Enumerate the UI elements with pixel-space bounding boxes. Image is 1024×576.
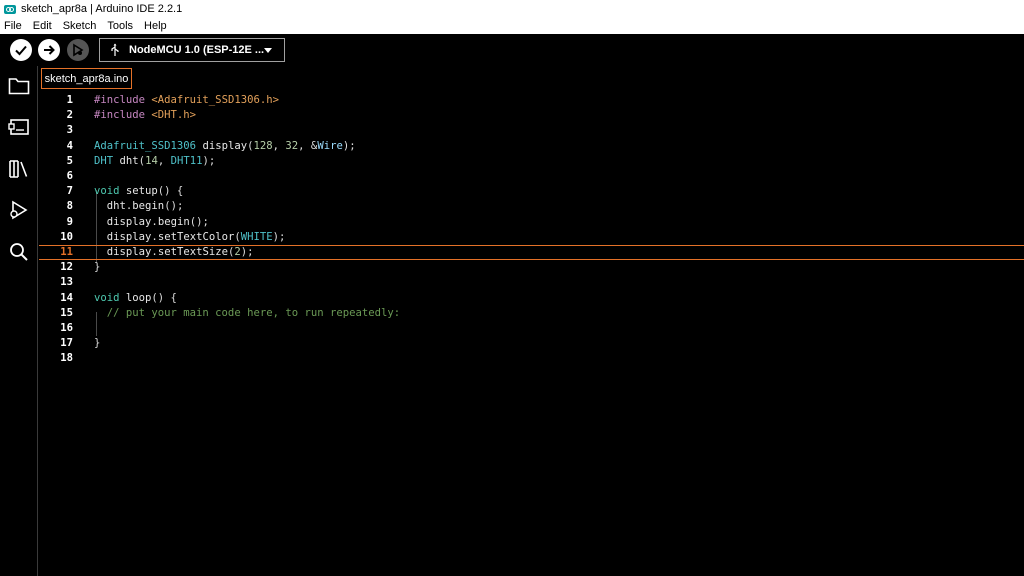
menu-help[interactable]: Help	[143, 20, 168, 32]
line-number: 13	[60, 276, 73, 289]
line-code: }	[94, 261, 101, 274]
debug-icon	[10, 200, 28, 220]
line-number: 16	[60, 322, 73, 334]
line-number: 12	[60, 261, 73, 274]
usb-icon	[111, 43, 119, 56]
chevron-down-icon	[264, 48, 272, 53]
activity-bar	[0, 66, 38, 576]
arrow-right-icon	[44, 45, 55, 55]
tab-sketch[interactable]: sketch_apr8a.ino	[41, 68, 132, 89]
code-line[interactable]: 7 void setup() {	[39, 184, 1024, 199]
code-line[interactable]: 12}	[39, 260, 1024, 275]
menu-bar: File Edit Sketch Tools Help	[0, 18, 1024, 34]
debug-panel-button[interactable]	[7, 198, 31, 222]
code-line[interactable]: 1 #include <Adafruit_SSD1306.h>	[39, 93, 1024, 108]
line-code: display.begin();	[106, 215, 209, 228]
line-code: Adafruit_SSD1306 display(128, 32, &Wire)…	[94, 139, 356, 152]
line-number: 10	[60, 230, 73, 243]
board-manager-icon	[8, 119, 29, 135]
line-code: #include <Adafruit_SSD1306.h>	[94, 94, 279, 106]
window-title: sketch_apr8a | Arduino IDE 2.2.1	[21, 3, 183, 15]
code-line[interactable]: 10 display.setTextColor(WHITE);	[39, 230, 1024, 245]
line-code: void loop() {	[94, 291, 177, 304]
upload-button[interactable]	[38, 39, 60, 61]
menu-file[interactable]: File	[3, 20, 23, 32]
line-code: display.setTextColor(WHITE);	[106, 230, 286, 243]
line-code: #include <DHT.h>	[94, 109, 197, 122]
library-manager-button[interactable]	[7, 157, 31, 181]
menu-sketch[interactable]: Sketch	[62, 20, 98, 32]
line-number: 7	[66, 185, 73, 198]
menu-edit[interactable]: Edit	[32, 20, 53, 32]
code-line[interactable]: 3	[39, 123, 1024, 138]
line-number: 15	[60, 306, 73, 319]
boards-manager-button[interactable]	[7, 115, 31, 139]
code-editor[interactable]: 1 #include <Adafruit_SSD1306.h> 2 #include …	[39, 91, 1024, 576]
line-number: 14	[60, 291, 73, 304]
line-number: 11	[60, 246, 73, 258]
code-line[interactable]: 14 void loop() {	[39, 291, 1024, 306]
tab-label: sketch_apr8a.ino	[44, 72, 129, 85]
arduino-logo-icon	[4, 4, 16, 14]
line-code: display.setTextSize(2);	[106, 246, 254, 258]
line-number: 17	[60, 337, 73, 350]
code-line[interactable]: 18	[39, 351, 1024, 366]
line-number: 6	[66, 170, 73, 182]
debug-button[interactable]	[67, 39, 89, 61]
line-code: dht.begin();	[106, 200, 184, 213]
code-line[interactable]: 8 dht.begin();	[39, 199, 1024, 214]
code-line[interactable]: 11 display.setTextSize(2);	[39, 245, 1024, 261]
tab-bar: sketch_apr8a.ino	[39, 66, 1024, 90]
search-icon	[10, 243, 28, 261]
code-line[interactable]: 9 display.begin();	[39, 215, 1024, 230]
search-button[interactable]	[7, 240, 31, 264]
code-line[interactable]: 4 Adafruit_SSD1306 display(128, 32, &Wire…	[39, 139, 1024, 154]
code-line[interactable]: 15 // put your main code here, to run re…	[39, 306, 1024, 321]
code-line[interactable]: 6	[39, 169, 1024, 184]
checkmark-icon	[15, 45, 27, 56]
line-code: DHT dht(14, DHT11);	[94, 154, 216, 167]
line-number: 3	[66, 124, 73, 137]
library-icon	[9, 160, 28, 178]
board-label: NodeMCU 1.0 (ESP-12E ...	[129, 44, 265, 56]
line-number: 8	[66, 200, 73, 213]
line-number: 18	[60, 352, 73, 365]
sketchbook-button[interactable]	[7, 74, 31, 98]
code-line[interactable]: 17}	[39, 336, 1024, 351]
line-number: 5	[66, 154, 73, 167]
line-number: 9	[66, 215, 73, 228]
debug-icon	[73, 43, 84, 57]
line-code: void setup() {	[94, 185, 184, 198]
folder-icon	[8, 78, 30, 95]
verify-button[interactable]	[10, 39, 32, 61]
code-line[interactable]: 2 #include <DHT.h>	[39, 108, 1024, 123]
code-line[interactable]: 5 DHT dht(14, DHT11);	[39, 154, 1024, 169]
code-line[interactable]: 13	[39, 275, 1024, 290]
line-code: // put your main code here, to run repea…	[94, 306, 401, 319]
line-number: 4	[66, 139, 73, 152]
line-code: }	[94, 337, 101, 350]
toolbar: NodeMCU 1.0 (ESP-12E ...	[0, 34, 1024, 66]
line-number: 1	[66, 94, 73, 106]
board-selector[interactable]: NodeMCU 1.0 (ESP-12E ...	[99, 38, 285, 62]
title-bar: sketch_apr8a | Arduino IDE 2.2.1	[0, 0, 1024, 18]
menu-tools[interactable]: Tools	[106, 20, 134, 32]
code-line[interactable]: 16	[39, 321, 1024, 336]
line-number: 2	[66, 109, 73, 122]
